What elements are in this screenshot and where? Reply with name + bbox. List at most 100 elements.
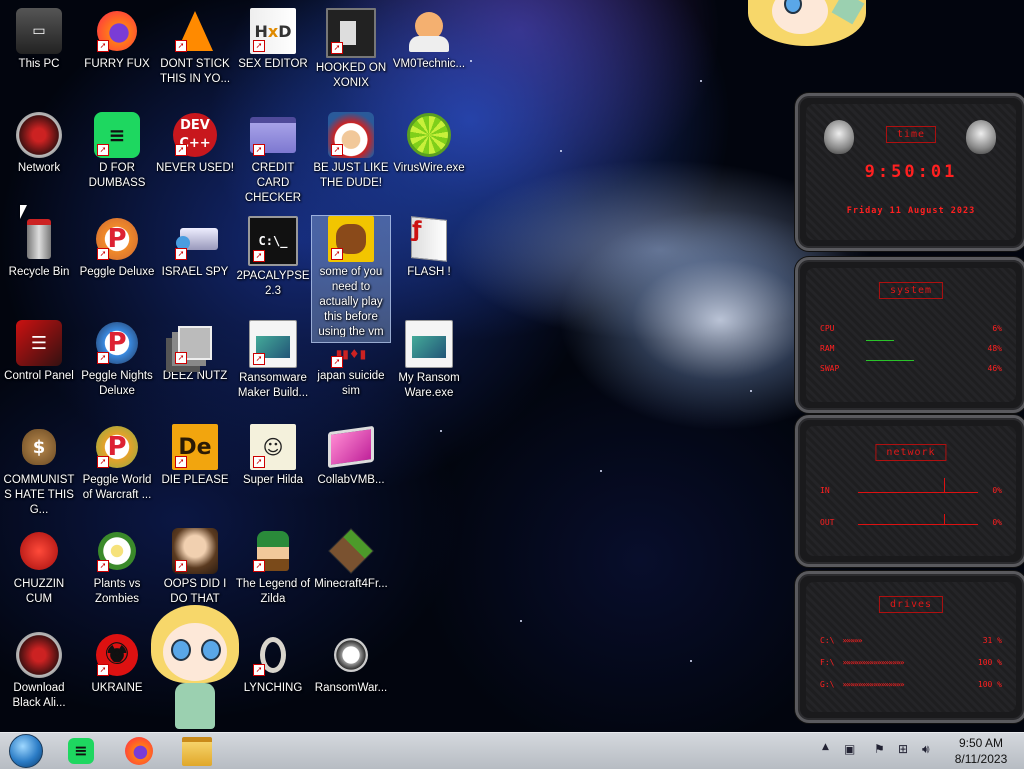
desktop-icon[interactable]: My Ransom Ware.exe xyxy=(390,320,468,401)
desktop-icon-label: Minecraft4Fr... xyxy=(314,578,388,590)
network-title: network xyxy=(875,444,947,461)
show-hidden-icons-button[interactable]: ▲ xyxy=(822,742,829,752)
desktop-icon[interactable]: ☺ ➚ Super Hilda xyxy=(234,424,312,488)
desktop-icon-label: VM0Technic... xyxy=(392,58,466,70)
money-bag-icon: $ xyxy=(16,424,62,470)
drive-value: 100 % xyxy=(977,658,1002,667)
tray-time: 9:50 AM xyxy=(958,736,1004,750)
desktop-icon[interactable]: CHUZZIN CUM xyxy=(0,528,78,607)
drive-row: F:\ »»»»»»»»»»»»»»»» 100 % xyxy=(820,658,1002,667)
pvz-icon: ➚ xyxy=(94,528,140,574)
desktop-icon[interactable]: HxD ➚ SEX EDITOR xyxy=(234,8,312,72)
desktop-icon[interactable]: $ COMMUNISTS HATE THIS G... xyxy=(0,424,78,518)
desktop-icon[interactable]: RansomWar... xyxy=(312,632,390,696)
chuzzle-icon xyxy=(16,528,62,574)
desktop-icon-selected[interactable]: ➚ some of you need to actually play this… xyxy=(311,215,391,343)
tray-date: 8/11/2023 xyxy=(954,752,1008,766)
desktop-icon[interactable]: ➚ CREDIT CARD CHECKER xyxy=(234,112,312,206)
peggle-nights-icon: P ➚ xyxy=(94,320,140,366)
desktop-icon[interactable]: ▭ This PC xyxy=(0,8,78,72)
desktop-icon[interactable]: Download Black Ali... xyxy=(0,632,78,711)
desktop-icon-label: some of you need to actually play this b… xyxy=(318,266,384,337)
net-out-row: OUT 0% xyxy=(820,518,1002,527)
desktop-icon-label: RansomWar... xyxy=(314,682,388,694)
desktop[interactable]: ▭ This PC Network Recycle Bin ☰ Control … xyxy=(0,0,1024,732)
desktop-icon-label: Ransomware Maker Build... xyxy=(237,372,309,399)
desktop-icon[interactable]: ➚ DONT STICK THIS IN YO... xyxy=(156,8,234,87)
taskbar-file-explorer-button[interactable] xyxy=(180,735,214,767)
desktop-icon[interactable]: ☰ Control Panel xyxy=(0,320,78,384)
desktop-icon[interactable]: ▮▮♦▮ ➚ japan suicide sim xyxy=(312,342,390,399)
desktop-icon[interactable]: ➚ BE JUST LIKE THE DUDE! xyxy=(312,112,390,191)
desktop-icon-label: DEEZ NUTZ xyxy=(162,370,228,382)
computer-icon: ▭ xyxy=(16,8,62,54)
desktop-icon[interactable]: ➚ Ransomware Maker Build... xyxy=(234,320,312,401)
drive-bar: »»»»» xyxy=(842,636,862,645)
start-button[interactable] xyxy=(6,734,46,768)
desktop-icon[interactable]: ➚ Plants vs Zombies xyxy=(78,528,156,607)
desktop-icon[interactable]: ➚ The Legend of Zilda xyxy=(234,528,312,607)
desktop-icon[interactable]: ➚ DEEZ NUTZ xyxy=(156,320,234,384)
ram-label: RAM xyxy=(820,344,835,353)
control-panel-icon: ☰ xyxy=(16,320,62,366)
cartoon-character-sticker-top xyxy=(748,0,866,46)
swap-row: SWAP 46% xyxy=(820,364,1002,373)
desktop-icon[interactable]: VirusWire.exe xyxy=(390,112,468,176)
desktop-icon[interactable]: P ➚ Peggle Deluxe xyxy=(78,216,156,280)
volume-icon[interactable]: 🔊︎ xyxy=(922,742,930,757)
cpu-row: CPU 6% xyxy=(820,324,1002,333)
hxd-icon: HxD ➚ xyxy=(250,8,296,54)
desktop-icon-label: CollabVMB... xyxy=(317,474,385,486)
desktop-icon[interactable]: ➚ LYNCHING xyxy=(234,632,312,696)
desktop-icon[interactable]: ➚ HOOKED ON XONIX xyxy=(312,8,390,91)
desktop-icon[interactable]: ≡ ➚ D FOR DUMBASS xyxy=(78,112,156,191)
desktop-icon[interactable]: ƒ FLASH ! xyxy=(390,216,468,280)
taskbar-spotify-button[interactable]: ≡ xyxy=(64,735,98,767)
desktop-icon[interactable]: ➚ OOPS DID I DO THAT xyxy=(156,528,234,607)
desktop-icon[interactable]: Recycle Bin xyxy=(0,216,78,280)
lime-icon xyxy=(406,112,452,158)
desktop-icon-label: LYNCHING xyxy=(243,682,303,694)
action-center-flag-icon[interactable]: ⚑ xyxy=(874,742,885,756)
desktop-icon-label: BE JUST LIKE THE DUDE! xyxy=(313,162,389,189)
desktop-icon[interactable]: ➚ ISRAEL SPY xyxy=(156,216,234,280)
desktop-icon[interactable]: Network xyxy=(0,112,78,176)
desktop-icon[interactable]: P ➚ Peggle World of Warcraft ... xyxy=(78,424,156,503)
desktop-icon-label: This PC xyxy=(18,58,60,70)
alien-head-icon xyxy=(824,120,854,154)
net-out-label: OUT xyxy=(820,518,835,527)
desktop-icon-label: 2PACALYPSE 2.3 xyxy=(236,270,310,297)
network-tray-icon[interactable]: ▣ xyxy=(844,742,855,756)
drives-title: drives xyxy=(878,596,944,613)
desktop-icon-label: DIE PLEASE xyxy=(161,474,229,486)
taskbar-firefox-button[interactable] xyxy=(122,735,156,767)
network-status-icon[interactable]: ⊞ xyxy=(898,742,908,756)
star-decoration xyxy=(520,620,522,622)
desktop-icon-label: Peggle Deluxe xyxy=(79,266,155,278)
desktop-icon-label: HOOKED ON XONIX xyxy=(315,62,387,89)
desktop-icon[interactable]: DEV C++ ➚ NEVER USED! xyxy=(156,112,234,176)
desktop-icon[interactable]: ➚ FURRY FUX xyxy=(78,8,156,72)
gnome-icon: ➚ xyxy=(328,112,374,158)
ram-row: RAM 48% xyxy=(820,344,1002,353)
desktop-icon[interactable]: P ➚ Peggle Nights Deluxe xyxy=(78,320,156,399)
peggle-wow-icon: P ➚ xyxy=(94,424,140,470)
desktop-icon[interactable]: C:\_ ➚ 2PACALYPSE 2.3 xyxy=(234,216,312,299)
net-out-value: 0% xyxy=(992,518,1002,527)
grass-block-icon xyxy=(328,528,374,574)
tray-clock[interactable]: 9:50 AM 8/11/2023 xyxy=(944,735,1018,767)
desktop-icon-label: japan suicide sim xyxy=(317,370,385,397)
desktop-icon-label: OOPS DID I DO THAT xyxy=(163,578,227,605)
desktop-icon[interactable]: De ➚ DIE PLEASE xyxy=(156,424,234,488)
desktop-icon-label: Download Black Ali... xyxy=(12,682,66,709)
radiation-icon: ☢ ➚ xyxy=(94,632,140,678)
desktop-icon[interactable]: VM0Technic... xyxy=(390,8,468,72)
net-in-graph xyxy=(858,492,978,493)
drive-label: F:\ xyxy=(820,658,835,667)
drives-panel: drives C:\ »»»»» 31 % F:\ »»»»»»»»»»»»»»»» 1… xyxy=(795,571,1024,723)
drive-row: C:\ »»»»» 31 % xyxy=(820,636,1002,645)
desktop-icon[interactable]: CollabVMB... xyxy=(312,424,390,488)
desktop-icon[interactable]: Minecraft4Fr... xyxy=(312,528,390,592)
drive-row: G:\ »»»»»»»»»»»»»»»» 100 % xyxy=(820,680,1002,689)
desktop-icon-label: FURRY FUX xyxy=(84,58,150,70)
